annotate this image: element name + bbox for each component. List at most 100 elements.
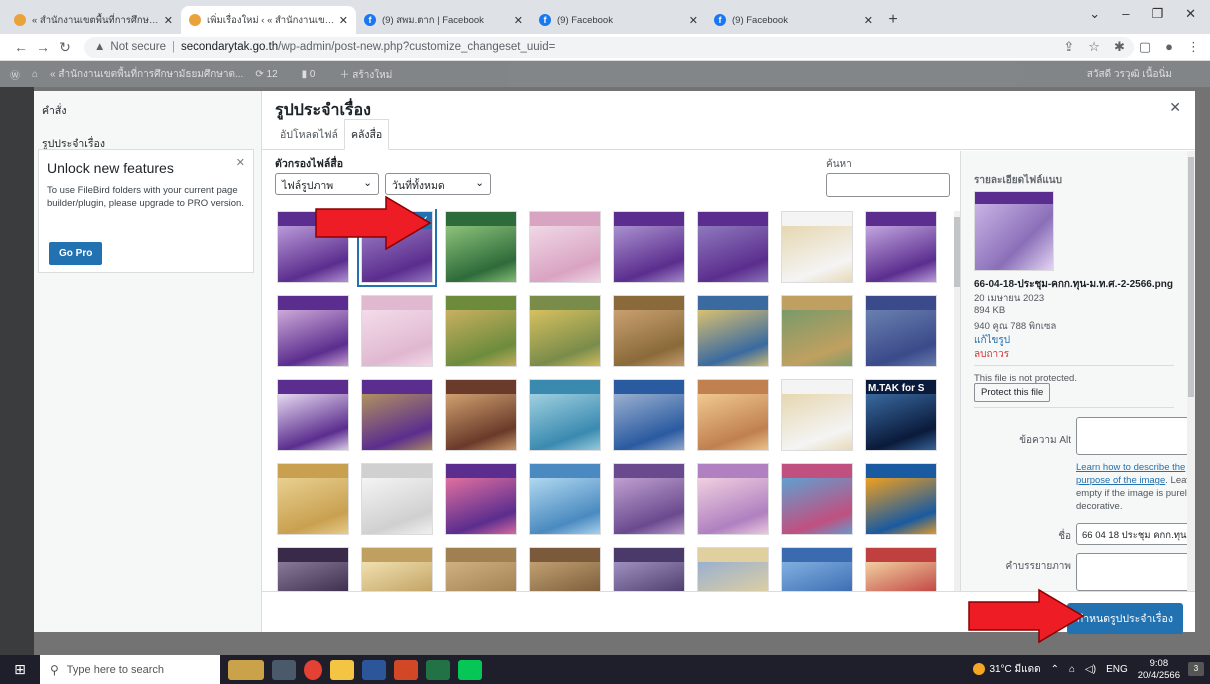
- attachment-thumbnail[interactable]: [697, 547, 769, 591]
- taskbar-search[interactable]: ⚲ Type here to search: [40, 655, 220, 684]
- attachment-thumbnail[interactable]: [445, 379, 517, 451]
- attachment-thumbnail[interactable]: [865, 463, 937, 535]
- task-view-icon[interactable]: [272, 659, 296, 680]
- browser-tab[interactable]: f (9) Facebook ✕: [706, 6, 881, 34]
- browser-tab[interactable]: f (9) Facebook ✕: [531, 6, 706, 34]
- line-icon[interactable]: [458, 659, 482, 680]
- attachment-thumbnail[interactable]: [613, 295, 685, 367]
- modal-close-icon[interactable]: ✕: [1169, 99, 1181, 116]
- attachment-thumbnail[interactable]: [781, 295, 853, 367]
- restore-icon[interactable]: ❐: [1151, 6, 1163, 22]
- home-icon[interactable]: ⌂: [32, 69, 38, 80]
- date-filter-select[interactable]: วันที่ทั้งหมด ⌄: [385, 173, 491, 195]
- tab-search-icon[interactable]: ⌄: [1089, 6, 1100, 22]
- go-pro-button[interactable]: Go Pro: [49, 242, 103, 265]
- tab-upload[interactable]: อัปโหลดไฟล์: [274, 120, 344, 149]
- close-window-icon[interactable]: ✕: [1185, 6, 1196, 22]
- file-explorer-icon[interactable]: [330, 659, 354, 680]
- attachment-thumbnail[interactable]: [781, 547, 853, 591]
- attachment-thumbnail[interactable]: [781, 379, 853, 451]
- powerpoint-icon[interactable]: [394, 659, 418, 680]
- attachment-thumbnail[interactable]: [613, 211, 685, 283]
- details-scrollbar[interactable]: [1187, 151, 1195, 591]
- attachment-thumbnail[interactable]: [529, 211, 601, 283]
- scrollbar-thumb[interactable]: [1188, 157, 1194, 397]
- search-highlight-icon[interactable]: [228, 659, 264, 680]
- attachment-thumbnail[interactable]: [613, 463, 685, 535]
- browser-tab-active[interactable]: เพิ่มเรื่องใหม่ ‹ « สำนักงานเขตพื้นที่กา…: [181, 6, 356, 34]
- close-tab-icon[interactable]: ✕: [689, 14, 698, 27]
- close-tab-icon[interactable]: ✕: [514, 14, 523, 27]
- search-input[interactable]: [826, 173, 950, 197]
- user-greeting[interactable]: สวัสดี วรวุฒิ เนื้อนิ่ม: [1087, 67, 1172, 82]
- word-icon[interactable]: [362, 659, 386, 680]
- weather-widget[interactable]: 31°C มีแดด: [973, 662, 1041, 677]
- close-tab-icon[interactable]: ✕: [339, 14, 348, 27]
- network-icon[interactable]: ⌂: [1069, 664, 1075, 675]
- clock[interactable]: 9:08 20/4/2566: [1138, 658, 1180, 682]
- tray-chevron-icon[interactable]: ⌃: [1051, 664, 1059, 675]
- close-promo-icon[interactable]: ✕: [236, 156, 245, 169]
- attachment-thumbnail[interactable]: [529, 547, 601, 591]
- attachment-thumbnail[interactable]: [613, 379, 685, 451]
- attachment-thumbnail[interactable]: [277, 463, 349, 535]
- attachment-thumbnail[interactable]: [697, 379, 769, 451]
- attachment-thumbnail[interactable]: [445, 463, 517, 535]
- attachment-thumbnail[interactable]: M.TAK for S: [865, 379, 937, 451]
- attachment-thumbnail[interactable]: [445, 547, 517, 591]
- sidepanel-icon[interactable]: ▢: [1139, 39, 1151, 55]
- attachment-thumbnail[interactable]: [445, 295, 517, 367]
- comments-icon[interactable]: ▮ 0: [302, 69, 328, 80]
- reload-icon[interactable]: ↻: [54, 39, 76, 56]
- attachment-thumbnail[interactable]: [529, 379, 601, 451]
- forward-icon[interactable]: →: [32, 39, 54, 55]
- attachment-thumbnail[interactable]: [529, 295, 601, 367]
- browser-tab[interactable]: f (9) สพม.ตาก | Facebook ✕: [356, 6, 531, 34]
- menu-item-actions[interactable]: คำสั่ง: [34, 91, 261, 119]
- warning-icon[interactable]: ▲: [94, 41, 105, 53]
- attachment-thumbnail[interactable]: [277, 547, 349, 591]
- attachment-thumbnail[interactable]: [277, 379, 349, 451]
- share-icon[interactable]: ⇪: [1063, 39, 1074, 55]
- new-tab-button[interactable]: +: [881, 6, 905, 34]
- attachment-thumbnail[interactable]: [361, 463, 433, 535]
- extensions-icon[interactable]: ✱: [1114, 39, 1125, 55]
- attachment-thumbnail[interactable]: [697, 211, 769, 283]
- wordpress-logo-icon[interactable]: Ⓦ: [10, 67, 20, 82]
- attachment-thumbnail[interactable]: [865, 211, 937, 283]
- attachment-thumbnail[interactable]: [529, 463, 601, 535]
- caption-field[interactable]: [1076, 553, 1195, 591]
- attachment-thumbnail[interactable]: [697, 295, 769, 367]
- attachment-thumbnail[interactable]: [445, 211, 517, 283]
- close-tab-icon[interactable]: ✕: [864, 14, 873, 27]
- attachment-thumbnail[interactable]: [277, 295, 349, 367]
- new-content-link[interactable]: ＋ สร้างใหม่: [339, 66, 404, 83]
- attachment-thumbnail[interactable]: [865, 295, 937, 367]
- attachment-thumbnail[interactable]: [781, 463, 853, 535]
- attachment-thumbnail[interactable]: [361, 295, 433, 367]
- attachment-thumbnail[interactable]: [697, 463, 769, 535]
- type-filter-select[interactable]: ไฟล์รูปภาพ ⌄: [275, 173, 379, 195]
- edit-image-link[interactable]: แก้ไขรูป: [974, 333, 1010, 348]
- volume-icon[interactable]: ◁): [1085, 664, 1096, 675]
- bookmark-star-icon[interactable]: ☆: [1088, 39, 1100, 55]
- attachment-thumbnail[interactable]: [865, 547, 937, 591]
- language-indicator[interactable]: ENG: [1106, 664, 1128, 675]
- url-field[interactable]: ▲ Not secure | secondarytak.go.th/wp-adm…: [84, 36, 1134, 58]
- browser-tab[interactable]: « สำนักงานเขตพื้นที่การศึกษามัธยมศึก✕: [6, 6, 181, 34]
- alt-text-field[interactable]: [1076, 417, 1195, 455]
- updates-icon[interactable]: ⟳ 12: [255, 69, 289, 80]
- notification-icon[interactable]: 3: [1188, 662, 1204, 676]
- attachment-thumbnail[interactable]: [361, 379, 433, 451]
- windows-start-icon[interactable]: ⊞: [0, 661, 40, 678]
- menu-item-featured-image[interactable]: รูปประจำเรื่อง: [34, 119, 261, 152]
- attachment-thumbnail[interactable]: [781, 211, 853, 283]
- chrome-icon[interactable]: [304, 659, 322, 680]
- close-tab-icon[interactable]: ✕: [164, 14, 173, 27]
- site-name[interactable]: « สำนักงานเขตพื้นที่การศึกษามัธยมศึกษาต.…: [50, 67, 243, 82]
- attachment-thumbnail[interactable]: [361, 547, 433, 591]
- attachment-thumbnail[interactable]: [613, 547, 685, 591]
- tab-library[interactable]: คลังสื่อ: [343, 119, 390, 150]
- excel-icon[interactable]: [426, 659, 450, 680]
- profile-avatar[interactable]: ●: [1165, 39, 1173, 55]
